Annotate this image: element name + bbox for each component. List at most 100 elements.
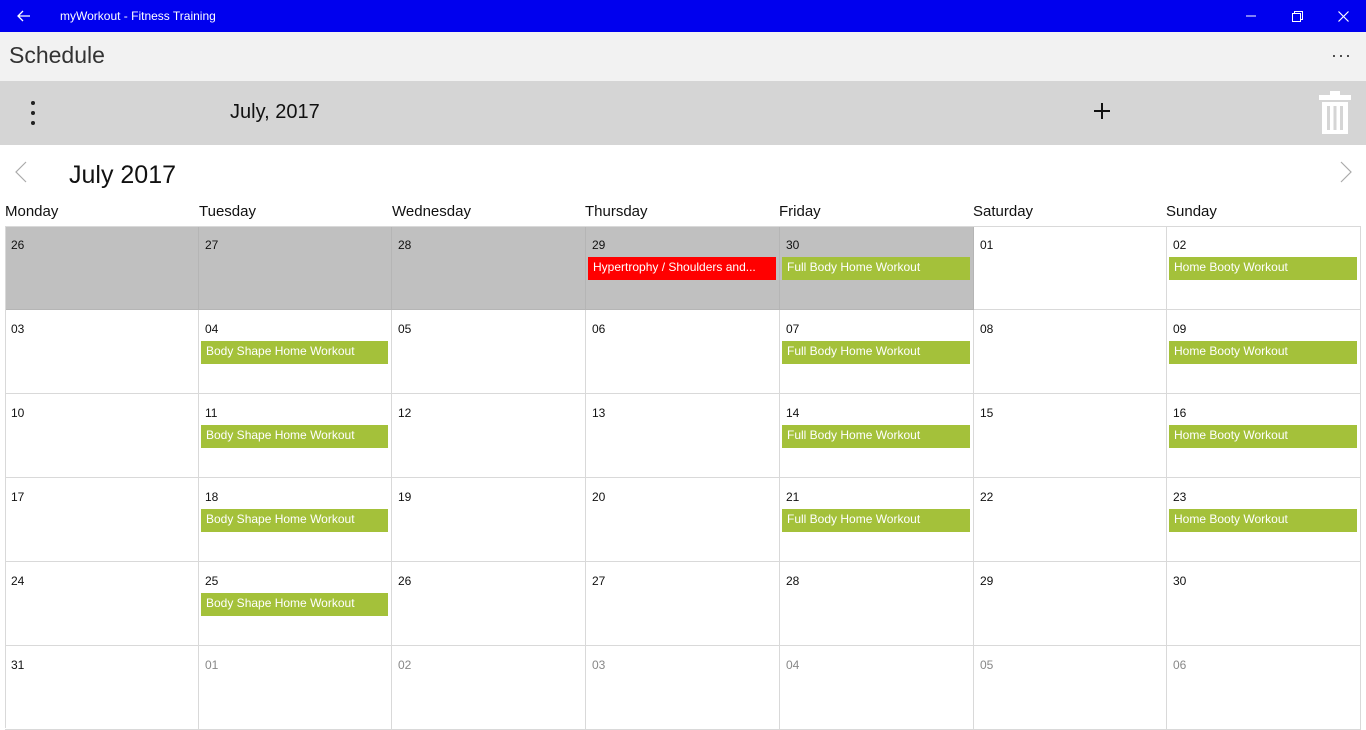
workout-event[interactable]: Body Shape Home Workout	[201, 509, 388, 532]
calendar-day-cell[interactable]: 30 Full Body Home Workout	[780, 226, 974, 310]
more-options-button[interactable]: ···	[1331, 45, 1352, 66]
calendar-day-cell[interactable]: 29	[974, 562, 1167, 646]
workout-event[interactable]: Home Booty Workout	[1169, 341, 1357, 364]
next-month-button[interactable]	[1337, 160, 1355, 184]
window-title: myWorkout - Fitness Training	[60, 9, 216, 23]
workout-event[interactable]: Body Shape Home Workout	[201, 593, 388, 616]
day-number: 09	[1173, 322, 1187, 336]
workout-event[interactable]: Body Shape Home Workout	[201, 341, 388, 364]
calendar-day-cell[interactable]: 24	[5, 562, 199, 646]
calendar-day-cell[interactable]: 19	[392, 478, 586, 562]
calendar-grid: 26 27 28 29 Hypertrophy / Shoulders and... 30…	[5, 226, 1361, 730]
dow-monday: Monday	[5, 203, 59, 220]
dow-thursday: Thursday	[585, 203, 648, 220]
day-number: 26	[11, 238, 25, 252]
day-number: 12	[398, 406, 412, 420]
calendar-day-cell[interactable]: 26	[5, 226, 199, 310]
day-number: 24	[11, 574, 25, 588]
calendar-day-cell[interactable]: 20	[586, 478, 780, 562]
calendar-day-cell[interactable]: 27	[199, 226, 392, 310]
calendar-day-cell[interactable]: 01	[199, 646, 392, 730]
previous-month-button[interactable]	[12, 160, 30, 184]
day-number: 17	[11, 490, 25, 504]
calendar-day-cell[interactable]: 16 Home Booty Workout	[1167, 394, 1361, 478]
delete-button[interactable]	[1318, 91, 1352, 135]
calendar-day-cell[interactable]: 17	[5, 478, 199, 562]
workout-event[interactable]: Home Booty Workout	[1169, 509, 1357, 532]
calendar-day-cell[interactable]: 12	[392, 394, 586, 478]
calendar-day-cell[interactable]: 29 Hypertrophy / Shoulders and...	[586, 226, 780, 310]
chevron-left-icon	[15, 161, 27, 183]
workout-event[interactable]: Full Body Home Workout	[782, 425, 970, 448]
workout-event[interactable]: Full Body Home Workout	[782, 341, 970, 364]
day-number: 04	[786, 658, 800, 672]
dow-friday: Friday	[779, 203, 821, 220]
calendar-day-cell[interactable]: 27	[586, 562, 780, 646]
day-number: 18	[205, 490, 219, 504]
workout-event[interactable]: Body Shape Home Workout	[201, 425, 388, 448]
kebab-dot	[31, 121, 35, 125]
restore-icon	[1291, 10, 1303, 22]
calendar-day-cell[interactable]: 07 Full Body Home Workout	[780, 310, 974, 394]
toolbar-month-label: July, 2017	[230, 101, 320, 123]
day-number: 13	[592, 406, 606, 420]
calendar-day-cell[interactable]: 18 Body Shape Home Workout	[199, 478, 392, 562]
kebab-menu-icon	[31, 101, 35, 105]
back-button[interactable]	[0, 0, 48, 32]
calendar-day-cell[interactable]: 14 Full Body Home Workout	[780, 394, 974, 478]
calendar-day-cell[interactable]: 05	[392, 310, 586, 394]
calendar-day-cell[interactable]: 22	[974, 478, 1167, 562]
calendar-day-cell[interactable]: 09 Home Booty Workout	[1167, 310, 1361, 394]
dow-sunday: Sunday	[1166, 203, 1217, 220]
workout-event[interactable]: Home Booty Workout	[1169, 257, 1357, 280]
add-workout-button[interactable]	[1088, 97, 1116, 125]
day-number: 07	[786, 322, 800, 336]
calendar-day-cell[interactable]: 25 Body Shape Home Workout	[199, 562, 392, 646]
restore-button[interactable]	[1274, 0, 1320, 32]
calendar-day-cell[interactable]: 28	[392, 226, 586, 310]
workout-event[interactable]: Full Body Home Workout	[782, 509, 970, 532]
calendar-day-cell[interactable]: 04 Body Shape Home Workout	[199, 310, 392, 394]
calendar-day-cell[interactable]: 10	[5, 394, 199, 478]
calendar-day-cell[interactable]: 03	[586, 646, 780, 730]
calendar-day-cell[interactable]: 26	[392, 562, 586, 646]
close-button[interactable]	[1320, 0, 1366, 32]
day-number: 01	[980, 238, 994, 252]
calendar-day-cell[interactable]: 01	[974, 226, 1167, 310]
day-number: 02	[1173, 238, 1187, 252]
day-number: 05	[980, 658, 994, 672]
minimize-icon	[1246, 15, 1256, 17]
calendar-day-cell[interactable]: 03	[5, 310, 199, 394]
kebab-menu-button[interactable]	[22, 101, 44, 125]
calendar-day-cell[interactable]: 05	[974, 646, 1167, 730]
calendar-day-cell[interactable]: 11 Body Shape Home Workout	[199, 394, 392, 478]
calendar-day-cell[interactable]: 08	[974, 310, 1167, 394]
calendar-day-cell[interactable]: 06	[1167, 646, 1361, 730]
calendar-day-cell[interactable]: 30	[1167, 562, 1361, 646]
calendar-day-cell[interactable]: 28	[780, 562, 974, 646]
calendar-day-cell[interactable]: 02	[392, 646, 586, 730]
grid-border	[5, 226, 1361, 227]
workout-event[interactable]: Home Booty Workout	[1169, 425, 1357, 448]
calendar-day-cell[interactable]: 02 Home Booty Workout	[1167, 226, 1361, 310]
workout-event[interactable]: Full Body Home Workout	[782, 257, 970, 280]
day-number: 08	[980, 322, 994, 336]
day-number: 21	[786, 490, 800, 504]
calendar-day-cell[interactable]: 13	[586, 394, 780, 478]
day-number: 23	[1173, 490, 1187, 504]
calendar-day-cell[interactable]: 15	[974, 394, 1167, 478]
calendar-day-cell[interactable]: 06	[586, 310, 780, 394]
day-number: 05	[398, 322, 412, 336]
calendar-day-cell[interactable]: 31	[5, 646, 199, 730]
calendar-day-cell[interactable]: 21 Full Body Home Workout	[780, 478, 974, 562]
chevron-right-icon	[1340, 161, 1352, 183]
close-icon	[1337, 10, 1349, 22]
minimize-button[interactable]	[1228, 0, 1274, 32]
day-number: 10	[11, 406, 25, 420]
plus-icon	[1094, 103, 1110, 119]
title-bar: myWorkout - Fitness Training	[0, 0, 1366, 32]
calendar-day-cell[interactable]: 23 Home Booty Workout	[1167, 478, 1361, 562]
schedule-toolbar: July, 2017	[0, 81, 1366, 145]
workout-event[interactable]: Hypertrophy / Shoulders and...	[588, 257, 776, 280]
calendar-day-cell[interactable]: 04	[780, 646, 974, 730]
